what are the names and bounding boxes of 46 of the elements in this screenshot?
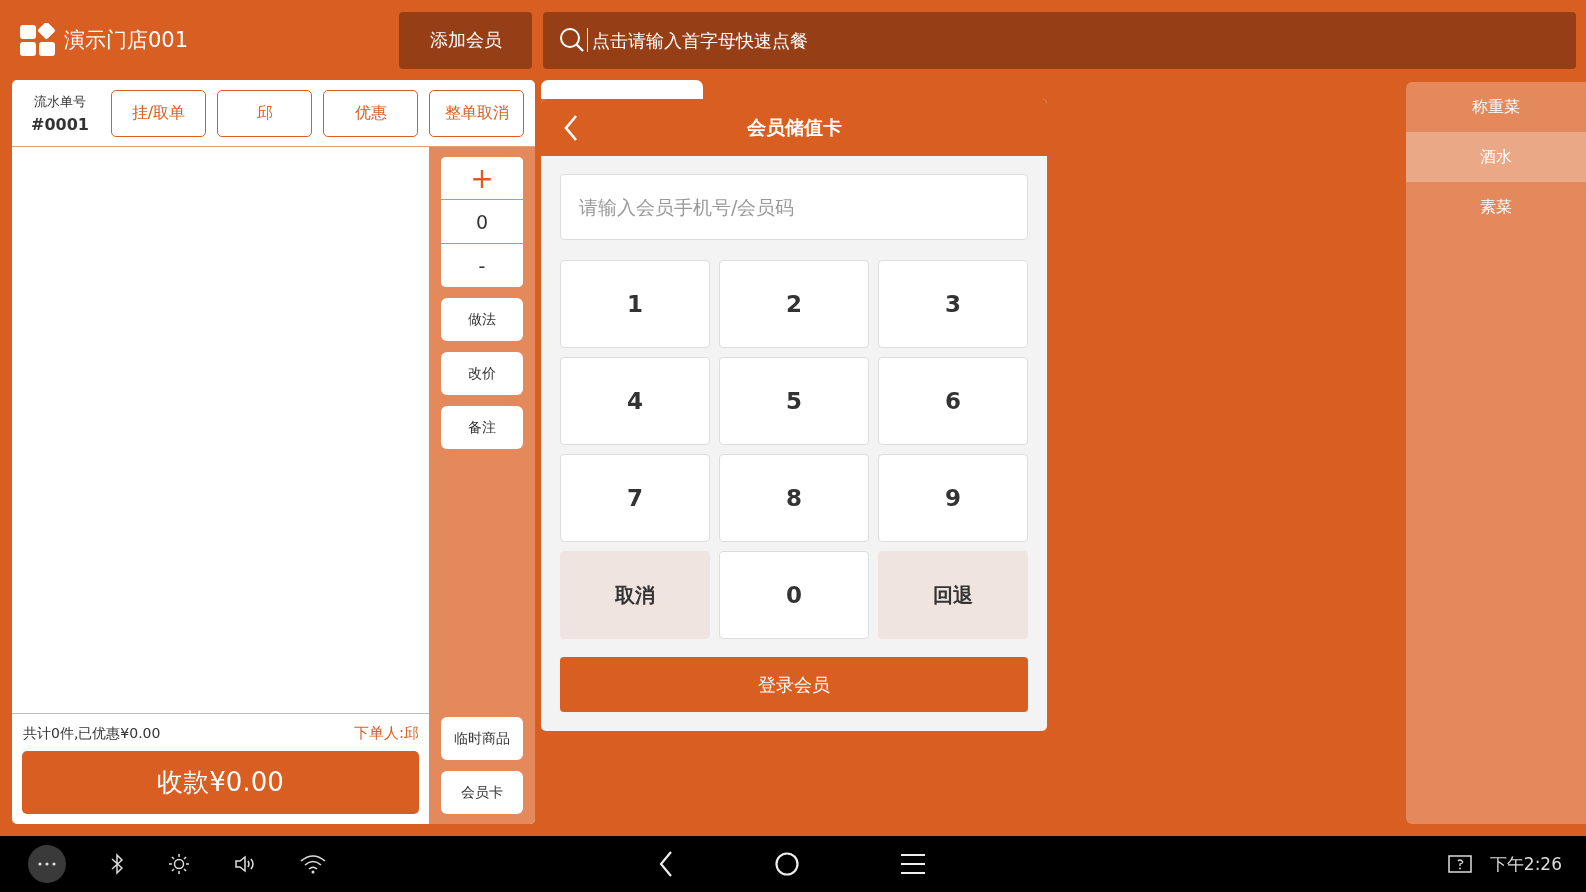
tool-button[interactable]: 改价 [441, 352, 523, 395]
keypad-key[interactable]: 8 [719, 454, 869, 542]
login-member-button[interactable]: 登录会员 [560, 657, 1028, 712]
keypad-key[interactable]: 9 [878, 454, 1028, 542]
order-action-button[interactable]: 优惠 [323, 89, 418, 137]
order-action-button[interactable]: 整单取消 [429, 89, 524, 137]
more-icon[interactable] [28, 845, 66, 883]
add-member-button[interactable]: 添加会员 [399, 11, 532, 69]
logo-icon [20, 23, 56, 57]
keypad-key[interactable]: 4 [560, 357, 710, 445]
pay-button[interactable]: 收款¥0.00 [22, 751, 419, 814]
store-name: 演示门店001 [64, 27, 189, 54]
volume-icon[interactable] [234, 853, 256, 875]
menu-icon[interactable] [900, 853, 926, 875]
brightness-icon[interactable] [168, 853, 190, 875]
increase-button[interactable]: + [441, 157, 523, 200]
order-action-button[interactable]: 挂/取单 [111, 89, 206, 137]
keypad-key[interactable]: 6 [878, 357, 1028, 445]
screen-icon[interactable] [1447, 855, 1472, 873]
keypad-action-key[interactable]: 取消 [560, 551, 710, 639]
home-icon[interactable] [774, 851, 800, 877]
wifi-icon[interactable] [300, 854, 326, 874]
tool-button[interactable]: 会员卡 [441, 771, 523, 814]
clock-time: 下午2:26 [1489, 852, 1562, 876]
keypad-key[interactable]: 5 [719, 357, 869, 445]
keypad-action-key[interactable]: 回退 [878, 551, 1028, 639]
serial-label: 流水单号 [34, 92, 86, 111]
orderer-label: 下单人:邱 [353, 724, 419, 743]
keypad-key[interactable]: 3 [878, 260, 1028, 348]
keypad-key[interactable]: 7 [560, 454, 710, 542]
search-input[interactable]: 点击请输入首字母快速点餐 [590, 28, 1576, 52]
tool-button[interactable]: 临时商品 [441, 717, 523, 760]
search-icon [559, 27, 585, 53]
order-action-button[interactable]: 邱 [217, 89, 312, 137]
dialog-title: 会员储值卡 [746, 114, 842, 140]
back-icon[interactable] [658, 850, 674, 878]
keypad-key[interactable]: 0 [719, 551, 869, 639]
serial-number: #0001 [31, 114, 89, 134]
tool-button[interactable]: 备注 [441, 406, 523, 449]
search-field[interactable]: 点击请输入首字母快速点餐 [543, 11, 1576, 69]
keypad-key[interactable]: 2 [719, 260, 869, 348]
order-summary: 共计0件,已优惠¥0.00 [23, 724, 161, 743]
tool-button[interactable]: 做法 [441, 298, 523, 341]
member-input-field[interactable]: 请输入会员手机号/会员码 [560, 174, 1028, 240]
keypad-key[interactable]: 1 [560, 260, 710, 348]
bluetooth-icon[interactable] [110, 853, 124, 875]
